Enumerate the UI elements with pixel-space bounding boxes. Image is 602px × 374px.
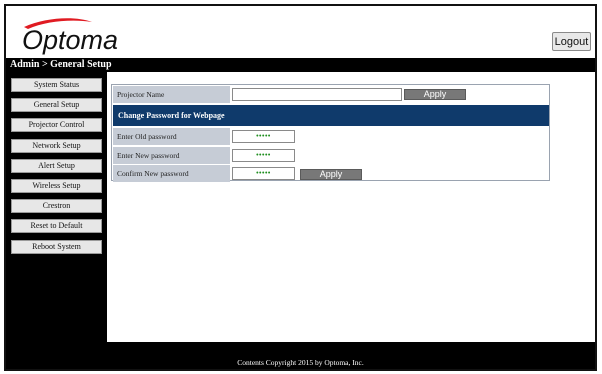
sidebar: System Status General Setup Projector Co… (6, 72, 107, 342)
breadcrumb: Admin > General Setup (10, 59, 112, 70)
projector-name-input[interactable] (232, 88, 402, 101)
new-password-label: Enter New password (113, 147, 230, 164)
sidebar-item-wireless-setup[interactable]: Wireless Setup (11, 179, 102, 193)
password-apply-button[interactable]: Apply (300, 169, 362, 180)
sidebar-item-crestron[interactable]: Crestron (11, 199, 102, 213)
confirm-password-input[interactable]: ••••• (232, 167, 295, 180)
sidebar-item-alert-setup[interactable]: Alert Setup (11, 159, 102, 173)
sidebar-item-projector-control[interactable]: Projector Control (11, 118, 102, 132)
projector-name-label: Projector Name (113, 86, 230, 103)
confirm-password-label: Confirm New password (113, 165, 230, 182)
old-password-label: Enter Old password (113, 128, 230, 145)
svg-text:Optoma: Optoma (22, 25, 118, 55)
projector-name-apply-button[interactable]: Apply (404, 89, 466, 100)
sidebar-item-general-setup[interactable]: General Setup (11, 98, 102, 112)
sidebar-item-system-status[interactable]: System Status (11, 78, 102, 92)
old-password-input[interactable]: ••••• (232, 130, 295, 143)
sidebar-item-reset-to-default[interactable]: Reset to Default (11, 219, 102, 233)
change-password-header: Change Password for Webpage (113, 105, 549, 126)
header: Optoma Logout (6, 6, 595, 58)
new-password-input[interactable]: ••••• (232, 149, 295, 162)
footer: Contents Copyright 2015 by Optoma, Inc. (6, 342, 595, 369)
copyright-text: Contents Copyright 2015 by Optoma, Inc. (237, 358, 364, 367)
optoma-logo: Optoma (22, 18, 118, 55)
logout-button[interactable]: Logout (552, 32, 591, 51)
browser-page-frame: Optoma Logout Admin > General Setup Syst… (4, 4, 597, 371)
general-setup-panel: Projector Name Apply Change Password for… (111, 84, 550, 182)
sidebar-item-reboot-system[interactable]: Reboot System (11, 240, 102, 254)
main-content: Projector Name Apply Change Password for… (107, 72, 595, 342)
sidebar-item-network-setup[interactable]: Network Setup (11, 139, 102, 153)
breadcrumb-bar: Admin > General Setup (6, 58, 595, 72)
